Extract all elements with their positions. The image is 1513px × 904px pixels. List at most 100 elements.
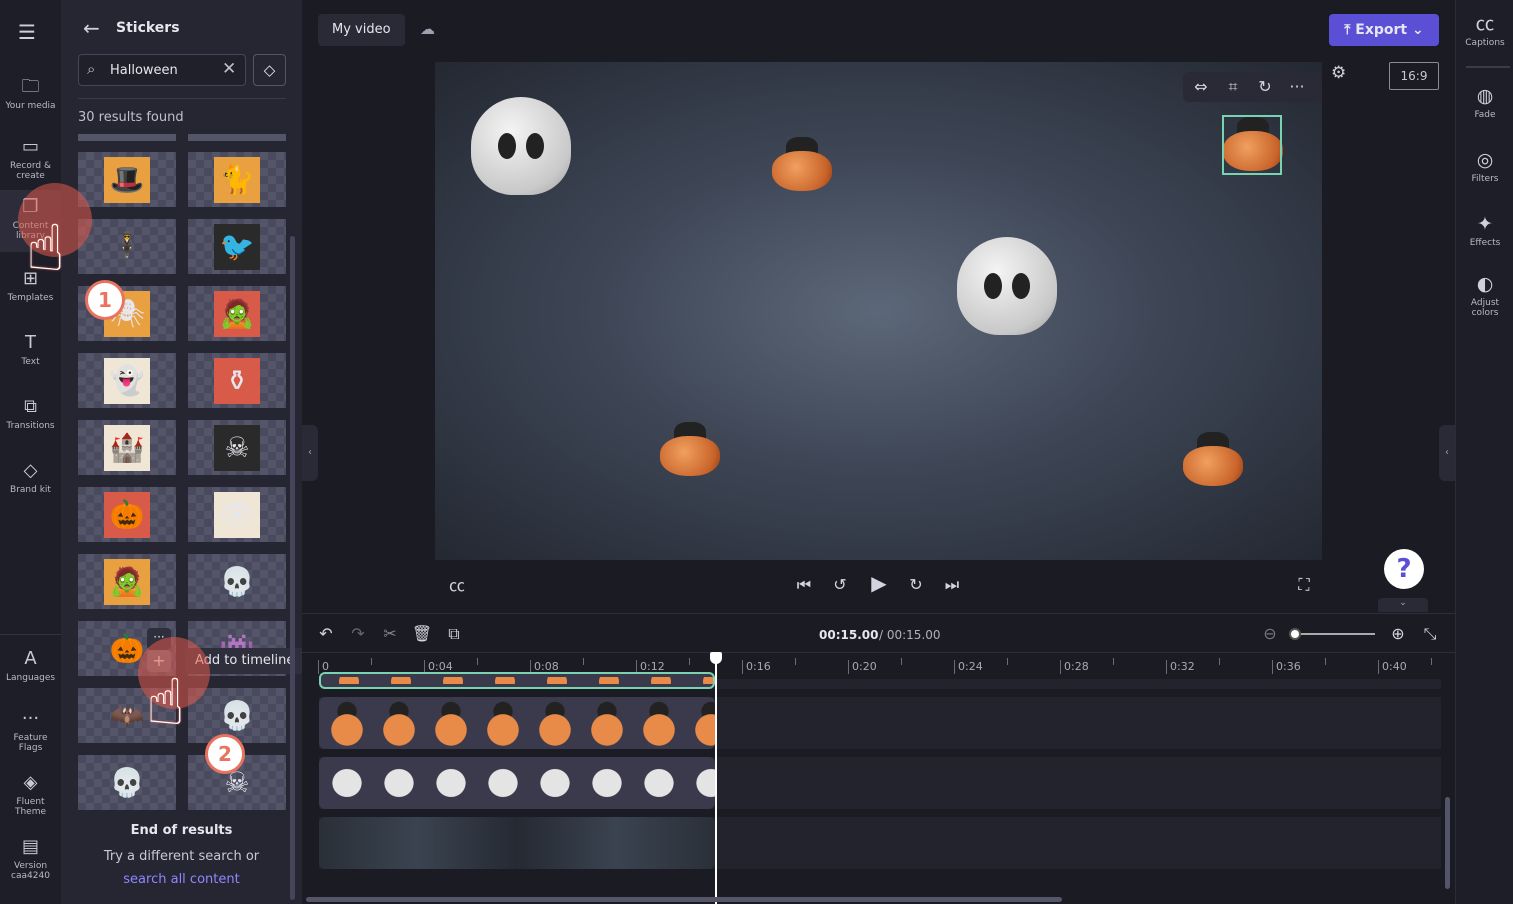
forward-5-icon[interactable]: ↻ [904,575,928,595]
nav-item-brand-kit[interactable]: ◇ Brand kit [0,460,61,495]
search-input[interactable]: ⌕ Halloween ✕ [78,54,246,86]
frankenstein-sticker-icon: 🧟 [104,558,150,605]
fit-timeline-icon[interactable]: ⤡ [1420,624,1440,644]
pumpkin-clip-selected[interactable] [319,672,715,689]
sticker-tile-3d-skull[interactable]: 💀 [188,554,286,609]
sticker-tile-frankenstein[interactable]: 🧟 [78,554,176,609]
nav-item-more[interactable]: ··· Feature Flags [0,708,61,753]
sticker-tile-green-skull[interactable]: 💀 [78,755,176,810]
clear-search-icon[interactable]: ✕ [222,59,236,79]
collapse-right-button[interactable]: ‹ [1439,425,1455,481]
nav-item-transitions[interactable]: ⧉ Transitions [0,396,61,431]
sticker-tile-mummy[interactable]: 🧟 [188,286,286,341]
add-clip-icon[interactable]: ⧉ [443,624,465,644]
sticker-tile-raven[interactable]: 🐦 [188,219,286,274]
skull-thumbnail [427,760,475,806]
sticker-tile-eyeball[interactable]: 👁 [188,487,286,542]
ruler-tick [1113,658,1114,665]
skull-sticker[interactable] [471,97,571,195]
sticker-tile-black-cat[interactable]: 🐈 [188,152,286,207]
playhead[interactable] [709,652,722,904]
project-name-field[interactable]: My video [318,14,405,46]
undo-icon[interactable]: ↶ [315,624,337,644]
nav-item-label: Version caa4240 [11,861,50,881]
skull-bow-sticker-icon: 💀 [219,699,255,732]
search-all-content-link[interactable]: search all content [61,872,302,887]
help-button[interactable]: ? [1384,549,1424,589]
delete-icon[interactable]: 🗑 [411,624,433,644]
right-item-filters[interactable]: ◎ Filters [1456,148,1513,184]
right-item-fade[interactable]: ◍ Fade [1456,84,1513,120]
sticker-tile-witch-hat[interactable]: 🎩 [78,152,176,207]
playhead-handle[interactable] [709,652,722,664]
jack-o-lantern-sticker-icon: 🎃 [104,491,150,538]
collapse-timeline-button[interactable]: ⌄ [1378,598,1428,612]
sticker-tile-skull-bow[interactable]: 💀 [188,688,286,743]
sticker-tile-jack-o-lantern[interactable]: 🎃 [78,487,176,542]
nav-item-folder[interactable]: 🗀 Your media [0,76,61,111]
scissors-icon[interactable]: ✂ [379,624,401,644]
skull-clip[interactable] [319,757,715,809]
paint-bucket-icon: ◈ [23,772,38,793]
divider [0,634,61,635]
nav-item-paint-bucket[interactable]: ◈ Fluent Theme [0,772,61,817]
captions-ai-icon[interactable]: ㏄ [444,576,470,596]
ruler-label: 0:20 [848,660,877,674]
sticker-tile-haunted-house[interactable]: 🏰 [78,420,176,475]
zoom-out-icon[interactable]: ⊖ [1260,624,1280,644]
right-item-adjust-colors[interactable]: ◐ Adjust colors [1456,272,1513,318]
sticker-tile-skull-crossbones[interactable]: ☠ [188,420,286,475]
pumpkin-thumbnail [583,700,631,746]
sticker-tile-scarecrow[interactable]: 🕴 [78,219,176,274]
back-arrow-icon[interactable]: ← [83,16,100,40]
ruler-tick [689,658,690,665]
timeline-vertical-scrollbar[interactable] [1445,797,1450,889]
zoom-slider[interactable] [1295,633,1375,635]
zoom-in-icon[interactable]: ⊕ [1388,624,1408,644]
divider [302,613,1455,614]
hamburger-menu-icon[interactable]: ☰ [18,20,36,44]
selection-box[interactable] [1222,115,1282,175]
settings-gear-icon[interactable]: ⚙ [1331,63,1346,83]
more-icon[interactable]: ··· [1285,77,1309,97]
fit-icon[interactable]: ⇔ [1189,77,1213,97]
right-item-captions[interactable]: ㏄ Captions [1456,12,1513,48]
pumpkin-sticker[interactable] [1183,432,1243,486]
sticker-tile-cauldron[interactable]: ⚱ [188,353,286,408]
zoom-slider-thumb[interactable] [1289,628,1301,640]
pumpkin-sticker[interactable] [772,137,832,191]
premium-diamond-button[interactable]: ◇ [253,54,286,86]
right-item-magic-wand[interactable]: ✦ Effects [1456,212,1513,248]
rotate-icon[interactable]: ↻ [1253,77,1277,97]
ruler-tick [1325,658,1326,665]
archive-icon: ▤ [21,836,39,857]
nav-item-languages[interactable]: A Languages [0,648,61,683]
sticker-tile-partial [188,134,286,141]
pumpkin-clip[interactable] [319,697,715,749]
panel-scrollbar[interactable] [290,236,295,900]
nav-item-camera[interactable]: ▭ Record & create [0,136,61,181]
nav-item-text[interactable]: T Text [0,332,61,367]
play-icon[interactable]: ▶ [866,573,892,593]
filters-icon: ◎ [1476,149,1494,171]
skip-forward-icon[interactable]: ⏭ [940,575,964,595]
nav-item-label: Languages [6,673,56,683]
languages-icon: A [24,648,37,669]
collapse-panel-button[interactable]: ‹ [302,425,318,481]
fullscreen-icon[interactable]: ⛶ [1292,575,1316,595]
rewind-5-icon[interactable]: ↺ [828,575,852,595]
aspect-ratio-button[interactable]: 16:9 [1389,62,1439,90]
total-time: / 00:15.00 [879,628,941,642]
background-video-clip[interactable] [319,817,715,869]
video-preview[interactable]: ⇔ ⌗ ↻ ··· [435,62,1322,560]
timeline-horizontal-scrollbar[interactable] [306,897,1062,902]
redo-icon[interactable]: ↷ [347,624,369,644]
sticker-tile-ghost[interactable]: 👻 [78,353,176,408]
black-cat-sticker-icon: 🐈 [214,156,260,203]
nav-item-archive[interactable]: ▤ Version caa4240 [0,836,61,881]
pumpkin-sticker[interactable] [660,422,720,476]
skull-sticker[interactable] [957,237,1057,335]
export-button[interactable]: ⤒ Export ⌄ [1329,14,1439,46]
skip-back-icon[interactable]: ⏮ [792,575,816,595]
crop-icon[interactable]: ⌗ [1221,77,1245,97]
